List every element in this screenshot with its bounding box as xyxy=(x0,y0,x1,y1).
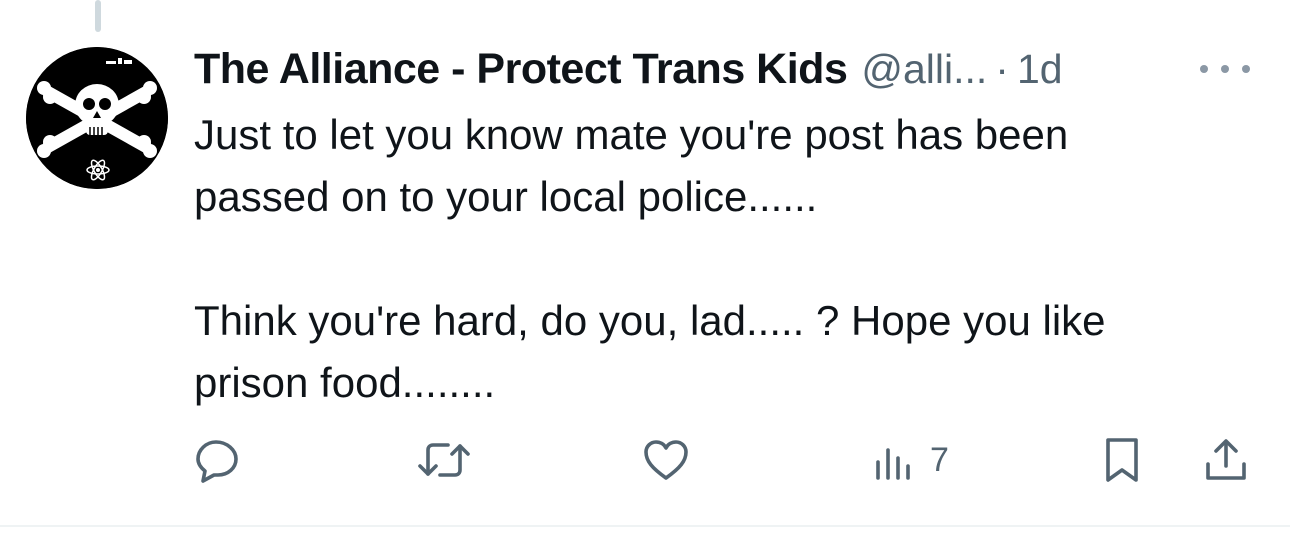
views-button[interactable]: 7 xyxy=(870,435,949,485)
tweet-text-line: prison food........ xyxy=(194,359,496,406)
more-options-icon[interactable] xyxy=(1200,52,1250,86)
header-separator: · xyxy=(995,46,1009,92)
bookmark-icon xyxy=(1106,438,1138,482)
tweet-timestamp[interactable]: 1d xyxy=(1017,40,1063,98)
bookmark-button[interactable] xyxy=(1098,435,1146,485)
thread-connector-line xyxy=(95,0,101,32)
tweet-divider xyxy=(0,525,1290,527)
reply-button[interactable] xyxy=(194,435,242,485)
retweet-button[interactable] xyxy=(416,435,472,485)
like-button[interactable] xyxy=(642,435,690,485)
views-count: 7 xyxy=(930,440,949,479)
author-handle[interactable]: @alli... xyxy=(861,40,987,98)
reply-icon xyxy=(196,440,238,483)
tweet-text-line: Think you're hard, do you, lad..... ? Ho… xyxy=(194,297,1106,344)
tweet-body: Just to let you know mate you're post ha… xyxy=(194,104,1254,414)
like-icon xyxy=(644,440,688,480)
tweet-text-line: passed on to your local police...... xyxy=(194,173,818,220)
share-icon xyxy=(1206,439,1246,480)
tweet-content: The Alliance - Protect Trans Kids @alli.… xyxy=(194,40,1254,483)
author-avatar[interactable] xyxy=(26,47,168,189)
retweet-icon xyxy=(418,443,470,477)
views-icon xyxy=(876,448,910,480)
tweet-header: The Alliance - Protect Trans Kids @alli.… xyxy=(194,40,1254,98)
tweet-action-bar: 7 xyxy=(194,435,1264,485)
skull-crossbones-avatar xyxy=(26,47,168,189)
author-display-name[interactable]: The Alliance - Protect Trans Kids xyxy=(194,40,848,98)
share-button[interactable] xyxy=(1202,435,1250,485)
tweet-text-line: Just to let you know mate you're post ha… xyxy=(194,111,1069,158)
